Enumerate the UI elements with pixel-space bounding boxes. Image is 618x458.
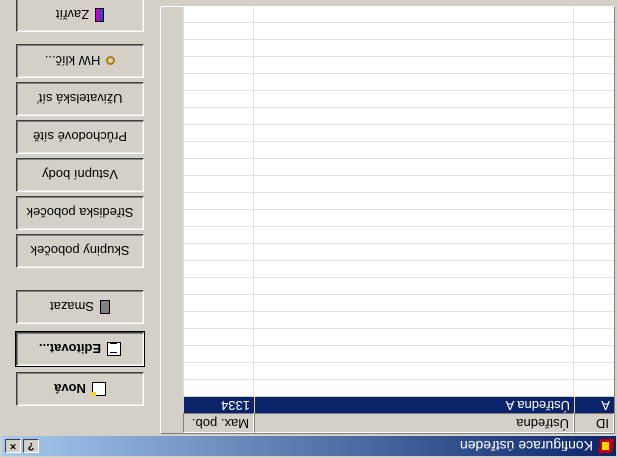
transit-networks-label: Průchodové sítě [33, 129, 127, 145]
empty-grid-lines [183, 6, 614, 396]
close-button-label: Zavřít [55, 7, 90, 23]
grid-column-line [573, 6, 574, 396]
input-points-button[interactable]: Vstupní body [16, 158, 144, 192]
column-header-id[interactable]: ID [574, 413, 614, 433]
edit-document-icon [107, 342, 122, 356]
close-window-button[interactable]: × [5, 439, 21, 453]
grid-column-line [253, 6, 254, 396]
input-points-label: Vstupní body [42, 167, 118, 183]
key-icon [106, 56, 116, 66]
table-right-margin [161, 7, 183, 433]
close-button[interactable]: Zavřít [16, 0, 144, 32]
transit-networks-button[interactable]: Průchodové sítě [16, 120, 144, 154]
switchboard-table[interactable]: ID Ústředna Max. pob. A Ústředna A 1334 [160, 6, 615, 434]
user-networks-button[interactable]: Uživatelská síť [16, 82, 144, 116]
column-header-switchboard[interactable]: Ústředna [254, 413, 574, 433]
button-panel: Nová Editovat... Smazat Skupiny poboček … [0, 0, 156, 434]
title-bar[interactable]: Konfigurace ústředen ? × [2, 436, 616, 456]
user-networks-label: Uživatelská síť [37, 91, 123, 107]
hw-key-label: HW klíč... [44, 53, 101, 69]
hw-key-button[interactable]: HW klíč... [16, 44, 144, 78]
delete-button-label: Smazat [49, 299, 95, 315]
column-header-max-branches[interactable]: Max. pob. [183, 413, 254, 433]
edit-button[interactable]: Editovat... [15, 331, 145, 367]
dialog-window: Konfigurace ústředen ? × ID Ústředna Max… [0, 0, 618, 458]
new-button[interactable]: Nová [16, 372, 144, 406]
branch-centers-button[interactable]: Střediska poboček [16, 196, 144, 230]
table-row[interactable]: A Ústředna A 1334 [183, 396, 614, 413]
trash-icon [100, 300, 111, 314]
new-document-icon [91, 382, 106, 396]
edit-button-label: Editovat... [38, 341, 102, 357]
cell-max-branches: 1334 [183, 396, 254, 413]
app-logo-icon [597, 438, 615, 454]
window-title: Konfigurace ústředen [459, 438, 593, 454]
help-button[interactable]: ? [23, 439, 39, 453]
branch-groups-button[interactable]: Skupiny poboček [16, 234, 144, 268]
cell-switchboard: Ústředna A [254, 396, 574, 413]
branch-groups-label: Skupiny poboček [30, 243, 130, 259]
delete-button[interactable]: Smazat [16, 290, 144, 324]
table-header: ID Ústředna Max. pob. [183, 413, 614, 433]
branch-centers-label: Střediska poboček [26, 205, 134, 221]
new-button-label: Nová [54, 381, 86, 397]
cell-id: A [574, 396, 614, 413]
door-exit-icon [95, 8, 105, 22]
grid-column-line [183, 6, 184, 396]
